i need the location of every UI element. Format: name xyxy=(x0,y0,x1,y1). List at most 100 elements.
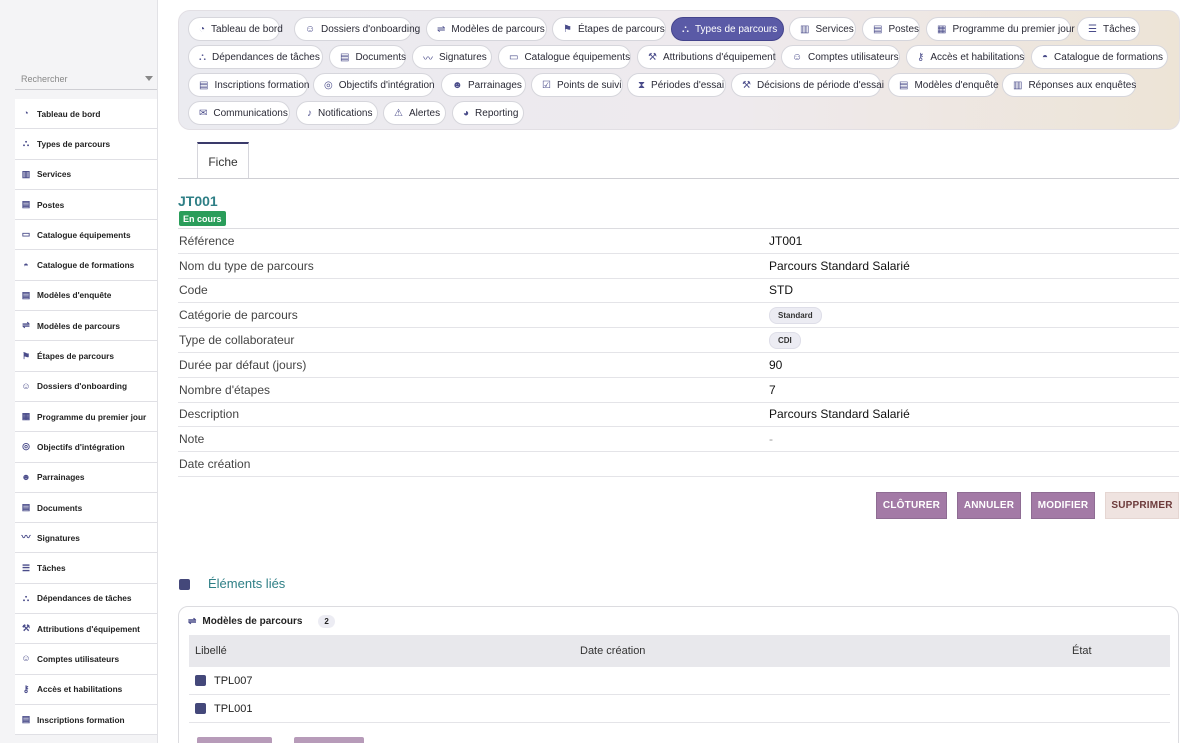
module-tab[interactable]: ⛬ Dépendances de tâches xyxy=(188,45,323,69)
module-tab[interactable]: ▤ Inscriptions formation xyxy=(188,73,310,97)
card-title: Modèles de parcours xyxy=(202,616,303,627)
module-tab[interactable]: ▤ Documents xyxy=(329,45,406,69)
nav-icon: ☻ xyxy=(21,471,31,482)
table-row[interactable]: TPL001 xyxy=(189,695,1170,723)
sidebar-item[interactable]: ◎ Objectifs d'intégration xyxy=(15,432,157,463)
module-tab[interactable]: ⇌ Modèles de parcours xyxy=(426,17,547,41)
module-tab[interactable]: ◓ Catalogue de formations xyxy=(1031,45,1168,69)
sidebar-item-label: Parrainages xyxy=(37,472,85,483)
sidebar-item[interactable]: 〰 Signatures xyxy=(15,523,157,554)
module-tab[interactable]: ⚒ Attributions d'équipement xyxy=(637,45,776,69)
sidebar-item-label: Catalogue de formations xyxy=(37,260,135,271)
module-tab[interactable]: ⚠ Alertes xyxy=(383,101,446,125)
tab-icon: ⚒ xyxy=(648,51,657,63)
sidebar-item[interactable]: ⚒ Attributions d'équipement xyxy=(15,614,157,645)
module-tab[interactable]: ⚑ Étapes de parcours xyxy=(552,17,666,41)
tab-icon: ⇌ xyxy=(437,23,446,35)
open-record-icon[interactable] xyxy=(195,703,206,714)
module-tab[interactable]: ▦ Programme du premier jour xyxy=(926,17,1075,41)
module-tab[interactable]: ☺ Comptes utilisateurs xyxy=(781,45,900,69)
tab-label: Communications xyxy=(213,107,288,119)
sidebar-item[interactable]: ⛬ Types de parcours xyxy=(15,129,157,160)
sidebar-item[interactable]: ▤ Documents xyxy=(15,492,157,524)
tab-label: Comptes utilisateurs xyxy=(808,51,899,63)
module-tab[interactable]: 〰 Signatures xyxy=(412,45,492,69)
column-header-date[interactable]: Date création xyxy=(580,645,1070,657)
sidebar-item[interactable]: ◔ Tableau de bord xyxy=(15,99,157,130)
sidebar-item[interactable]: ⚷ Accès et habilitations xyxy=(15,674,157,705)
footer-button[interactable] xyxy=(197,737,272,743)
sidebar-item[interactable]: ⛬ Dépendances de tâches xyxy=(15,583,157,615)
row-label[interactable]: TPL007 xyxy=(214,675,253,687)
module-tab[interactable]: ☰ Tâches xyxy=(1077,17,1140,41)
sidebar-item[interactable]: ☰ Tâches xyxy=(15,553,157,584)
footer-button[interactable] xyxy=(294,737,364,743)
sidebar-item[interactable]: ◓ Catalogue de formations xyxy=(15,250,157,281)
tab-icon: ⧗ xyxy=(638,79,646,91)
sidebar-item[interactable]: ▤ Postes xyxy=(15,189,157,221)
sidebar-item[interactable]: ☻ Parrainages xyxy=(15,462,157,493)
sidebar-item-label: Dossiers d'onboarding xyxy=(37,381,128,392)
module-tab[interactable]: ✉ Communications xyxy=(188,101,290,125)
module-tab[interactable]: ▤ Postes xyxy=(862,17,920,41)
tab-label: Étapes de parcours xyxy=(577,23,665,35)
column-header-state[interactable]: État xyxy=(1070,645,1170,657)
close-button[interactable]: CLÔTURER xyxy=(876,492,947,519)
module-tab[interactable]: ⧗ Périodes d'essai xyxy=(627,73,726,97)
sidebar-item[interactable]: ▤ Inscriptions formation xyxy=(15,704,157,736)
sidebar-item-label: Attributions d'équipement xyxy=(37,623,140,634)
field-value: STD xyxy=(769,283,793,298)
nav-icon: ▤ xyxy=(21,502,31,512)
sidebar-item-label: Dépendances de tâches xyxy=(37,593,132,604)
tab-icon: ▤ xyxy=(340,51,350,63)
sidebar-item-label: Postes xyxy=(37,199,65,210)
sidebar-item[interactable]: ▤ Modèles d'enquête xyxy=(15,280,157,312)
module-tab[interactable]: ◕ Reporting xyxy=(452,101,524,125)
sidebar-item[interactable]: ⇌ Modèles de parcours xyxy=(15,311,157,342)
chevron-down-icon[interactable] xyxy=(145,76,153,81)
module-tab[interactable]: ◔ Tableau de bord xyxy=(188,17,283,41)
nav-icon: ▦ xyxy=(21,411,31,422)
module-tab[interactable]: ▥ Réponses aux enquêtes xyxy=(1002,73,1136,97)
module-tab[interactable]: ▥ Services xyxy=(789,17,856,41)
nav-icon: ▥ xyxy=(21,168,31,179)
open-record-icon[interactable] xyxy=(195,675,206,686)
module-tab[interactable]: ⚒ Décisions de période d'essai xyxy=(731,73,884,97)
search-select[interactable]: Rechercher xyxy=(15,68,157,90)
delete-button[interactable]: SUPPRIMER xyxy=(1105,492,1179,519)
tab-icon: ◕ xyxy=(463,107,470,119)
record-details: Référence JT001 Nom du type de parcours Par… xyxy=(178,228,1179,477)
tab-icon: ☺ xyxy=(305,23,316,35)
tab-icon: ☺ xyxy=(792,51,803,63)
sidebar-item[interactable]: ☺ Comptes utilisateurs xyxy=(15,644,157,675)
module-tab[interactable]: ⚷ Accès et habilitations xyxy=(906,45,1025,69)
edit-button[interactable]: MODIFIER xyxy=(1031,492,1095,519)
module-tab[interactable]: ☻ Parrainages xyxy=(441,73,526,97)
module-tab[interactable]: ⛬ Types de parcours xyxy=(671,17,784,41)
module-tab[interactable]: ▤ Modèles d'enquête xyxy=(888,73,999,97)
sidebar-item[interactable]: ▭ Catalogue équipements xyxy=(15,220,157,251)
sidebar-item[interactable]: ☺ Dossiers d'onboarding xyxy=(15,371,157,402)
status-badge: En cours xyxy=(179,211,226,226)
row-label[interactable]: TPL001 xyxy=(214,703,253,715)
field-value: 90 xyxy=(769,357,783,372)
table-row[interactable]: TPL007 xyxy=(189,667,1170,695)
tab-label: Programme du premier jour xyxy=(952,23,1075,35)
column-header-label[interactable]: Libellé xyxy=(189,645,580,657)
tab-label: Attributions d'équipement xyxy=(662,51,776,63)
module-tab[interactable]: ◎ Objectifs d'intégration xyxy=(313,73,435,97)
sidebar-item[interactable]: ⚑ Étapes de parcours xyxy=(15,341,157,372)
module-tab[interactable]: ▭ Catalogue équipements xyxy=(498,45,631,69)
tab-fiche[interactable]: Fiche xyxy=(197,142,249,179)
sidebar-item[interactable]: ▥ Services xyxy=(15,159,157,190)
detail-row: Code STD xyxy=(178,279,1179,304)
module-tab[interactable]: ♪ Notifications xyxy=(296,101,378,125)
module-tab[interactable]: ☺ Dossiers d'onboarding xyxy=(294,17,420,41)
sidebar-item-label: Comptes utilisateurs xyxy=(37,653,120,664)
cancel-button[interactable]: ANNULER xyxy=(957,492,1021,519)
tab-label: Points de suivi xyxy=(556,79,622,91)
module-tab[interactable]: ☑ Points de suivi xyxy=(531,73,623,97)
tab-icon: ⛬ xyxy=(682,23,689,35)
tab-icon: ⚑ xyxy=(563,23,572,35)
sidebar-item[interactable]: ▦ Programme du premier jour xyxy=(15,401,157,433)
